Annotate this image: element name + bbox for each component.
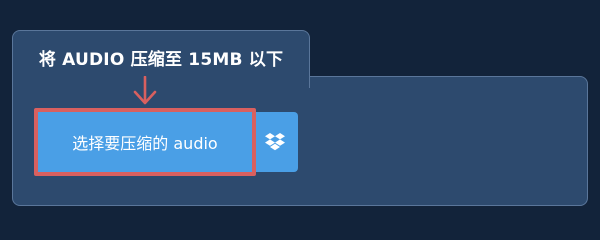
converter-title: 将 AUDIO 压缩至 15MB 以下: [38, 50, 284, 70]
choose-file-label: 选择要压缩的 audio: [72, 134, 218, 153]
choose-file-button[interactable]: 选择要压缩的 audio: [38, 112, 252, 172]
converter-tab: 将 AUDIO 压缩至 15MB 以下: [12, 30, 310, 88]
dropbox-button[interactable]: [252, 112, 298, 172]
arrow-down-icon: [133, 76, 157, 105]
dropbox-icon: [265, 133, 285, 151]
tab-joint: [13, 75, 309, 79]
